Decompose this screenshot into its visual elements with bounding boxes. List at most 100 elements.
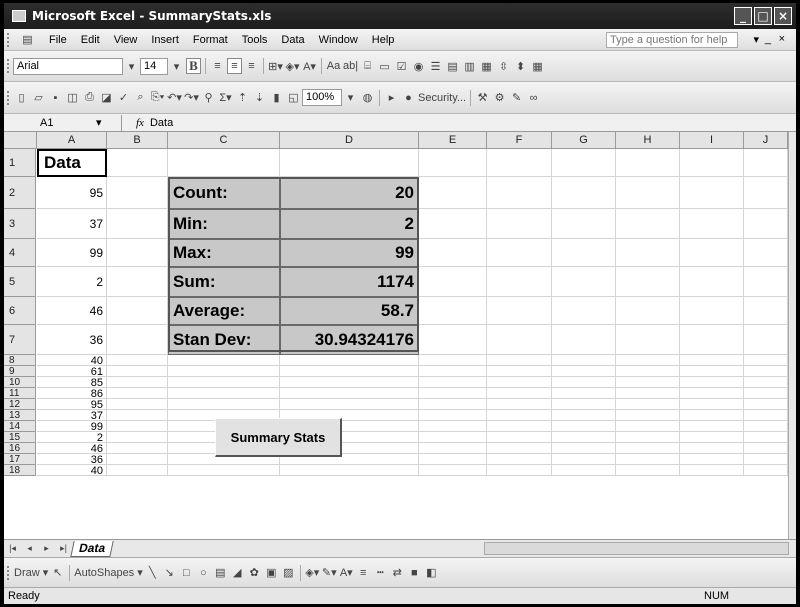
cell[interactable]: [552, 388, 616, 399]
cell-a9[interactable]: 61: [37, 366, 107, 378]
cell[interactable]: [487, 454, 552, 465]
summary-stats-button[interactable]: Summary Stats: [215, 418, 342, 457]
cell[interactable]: [419, 377, 487, 388]
column-header-a[interactable]: A: [37, 132, 107, 149]
horizontal-scrollbar[interactable]: [484, 542, 789, 555]
wordart-icon[interactable]: ◢: [230, 565, 245, 581]
summary-label[interactable]: Stan Dev:: [168, 325, 280, 355]
arrow-style-icon[interactable]: ⇄: [390, 565, 405, 581]
row-header-7[interactable]: 7: [4, 325, 36, 355]
cell[interactable]: [616, 325, 680, 355]
cell[interactable]: [419, 388, 487, 399]
cell[interactable]: [680, 388, 744, 399]
formula-input[interactable]: Data: [150, 117, 173, 129]
cell[interactable]: [552, 432, 616, 443]
cell[interactable]: [487, 297, 552, 325]
cell[interactable]: [744, 432, 788, 443]
cell[interactable]: [616, 366, 680, 377]
cell-a7[interactable]: 36: [37, 325, 107, 355]
align-right-icon[interactable]: ≡: [244, 58, 259, 74]
cell[interactable]: [107, 421, 168, 432]
cell[interactable]: [680, 366, 744, 377]
cell[interactable]: [744, 325, 788, 355]
cell-a1-data-header[interactable]: Data: [37, 149, 107, 177]
menu-window[interactable]: Window: [319, 34, 358, 46]
dropdown-combo-icon[interactable]: ▦: [479, 58, 494, 74]
menu-file[interactable]: File: [49, 34, 67, 46]
cell[interactable]: [487, 465, 552, 476]
vertical-scrollbar[interactable]: [788, 132, 796, 539]
cell[interactable]: [419, 399, 487, 410]
cell[interactable]: [168, 355, 280, 366]
research-icon[interactable]: ⌕: [133, 90, 148, 106]
cell[interactable]: [616, 177, 680, 209]
cell[interactable]: [616, 443, 680, 454]
cell[interactable]: [487, 410, 552, 421]
save-icon[interactable]: ▪: [48, 90, 63, 106]
cell-a5[interactable]: 2: [37, 267, 107, 297]
row-header-3[interactable]: 3: [4, 209, 36, 239]
cell[interactable]: [552, 366, 616, 377]
cell[interactable]: [107, 410, 168, 421]
cell[interactable]: [616, 149, 680, 177]
align-left-icon[interactable]: ≡: [210, 58, 225, 74]
cell[interactable]: [107, 465, 168, 476]
menu-tools[interactable]: Tools: [242, 34, 268, 46]
doc-minimize-button[interactable]: _: [765, 33, 771, 45]
row-header-2[interactable]: 2: [4, 177, 36, 209]
cell-a10[interactable]: 85: [37, 377, 107, 389]
name-box-dropdown-icon[interactable]: ▾: [96, 115, 102, 131]
permission-icon[interactable]: ◫: [65, 90, 80, 106]
cell[interactable]: [744, 465, 788, 476]
bold-button[interactable]: B: [186, 58, 201, 74]
cell[interactable]: [168, 465, 280, 476]
line-style-icon[interactable]: ≡: [356, 565, 371, 581]
dash-style-icon[interactable]: ┅: [373, 565, 388, 581]
cell[interactable]: [419, 366, 487, 377]
cell[interactable]: [680, 177, 744, 209]
column-header-i[interactable]: I: [680, 132, 744, 149]
summary-value[interactable]: 99: [280, 239, 419, 267]
maximize-button[interactable]: □: [754, 7, 772, 25]
name-box[interactable]: A1 ▾: [4, 114, 122, 131]
cell-a13[interactable]: 37: [37, 410, 107, 422]
button-control-icon[interactable]: ▭: [377, 58, 392, 74]
cell[interactable]: [616, 209, 680, 239]
listbox-icon[interactable]: ☰: [428, 58, 443, 74]
row-header-4[interactable]: 4: [4, 239, 36, 267]
cell[interactable]: [744, 399, 788, 410]
sort-ascending-icon[interactable]: ⇡: [235, 90, 250, 106]
cell[interactable]: [419, 421, 487, 432]
cell[interactable]: [168, 366, 280, 377]
ask-question-input[interactable]: Type a question for help: [606, 32, 738, 48]
first-sheet-icon[interactable]: |◂: [5, 541, 20, 557]
close-button[interactable]: ×: [774, 7, 792, 25]
wizard-icon[interactable]: ⚒: [475, 90, 490, 106]
cell[interactable]: [280, 388, 419, 399]
sort-descending-icon[interactable]: ⇣: [252, 90, 267, 106]
cell-a3[interactable]: 37: [37, 209, 107, 239]
hyperlink-icon[interactable]: ⚲: [201, 90, 216, 106]
cell[interactable]: [680, 454, 744, 465]
cell[interactable]: [419, 177, 487, 209]
drawing-icon[interactable]: ◱: [286, 90, 301, 106]
clipart-icon[interactable]: ▣: [264, 565, 279, 581]
cell[interactable]: [419, 432, 487, 443]
security-icon[interactable]: ●: [401, 90, 416, 106]
zoom-dropdown-icon[interactable]: ▾: [343, 90, 358, 106]
cell[interactable]: [744, 239, 788, 267]
cell[interactable]: [616, 410, 680, 421]
doc-close-button[interactable]: ×: [779, 33, 785, 45]
row-header-1[interactable]: 1: [4, 149, 36, 177]
link-icon[interactable]: ∞: [526, 90, 541, 106]
textbox-draw-icon[interactable]: ▤: [213, 565, 228, 581]
cell[interactable]: [487, 421, 552, 432]
control-properties-icon[interactable]: ▦: [530, 58, 545, 74]
cell[interactable]: [680, 267, 744, 297]
cell[interactable]: [487, 388, 552, 399]
row-header-18[interactable]: 18: [4, 465, 36, 476]
cell[interactable]: [680, 355, 744, 366]
cell[interactable]: [552, 465, 616, 476]
cell[interactable]: [419, 149, 487, 177]
cell[interactable]: [419, 454, 487, 465]
